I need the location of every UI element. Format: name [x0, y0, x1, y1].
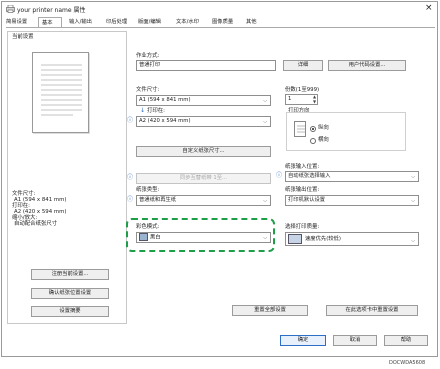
info-icon: ⓘ	[127, 196, 134, 203]
print-quality-select[interactable]: 速度优先(较低) ⌵	[285, 232, 419, 246]
reset-tab-button[interactable]: 在此选项卡中重置设置	[326, 305, 418, 316]
chevron-down-icon: ⌵	[263, 98, 267, 104]
print-quality-label: 选择打印质量:	[285, 224, 320, 230]
help-button[interactable]: 帮助	[384, 335, 428, 346]
chevron-down-icon: ⌵	[411, 198, 415, 204]
tab-finishing[interactable]: 印后处理	[106, 17, 138, 27]
same-size-button: 同步互替纸带 1至...	[136, 173, 271, 184]
window-title: your printer name 属性	[17, 7, 86, 14]
tab-basic[interactable]: 基本	[38, 17, 62, 27]
user-code-settings-button[interactable]: 用户代码设置...	[328, 60, 406, 71]
print-on-value: A2 (420 x 594 mm)	[139, 118, 191, 124]
input-tray-select[interactable]: 自动纸张选择输入 ⌵	[285, 171, 419, 182]
chevron-down-icon: ⌵	[263, 235, 267, 241]
doc-size-label: 文件尺寸:	[136, 87, 160, 93]
chevron-down-icon: ⌵	[263, 198, 267, 204]
input-tray-value: 自动纸张选择输入	[288, 173, 331, 179]
output-tray-select[interactable]: 打印机默认设置 ⌵	[285, 195, 419, 206]
copies-label: 份数(1至999)	[285, 87, 320, 93]
page-preview	[32, 52, 89, 133]
paper-type-select[interactable]: 普通纸和再生纸 ⌵	[136, 195, 271, 206]
confirm-tray-settings-button[interactable]: 确认纸张位置设置	[31, 288, 109, 299]
paper-type-label: 纸张类型:	[136, 187, 160, 193]
color-mode-value: 黑白	[150, 234, 161, 241]
landscape-label: 横向	[318, 137, 329, 143]
job-type-input[interactable]: 普通打印	[136, 60, 276, 71]
output-tray-label: 纸张输出位置:	[285, 187, 320, 193]
tab-other[interactable]: 其他	[246, 17, 266, 27]
grayscale-icon	[139, 233, 148, 241]
info-icon: ⓘ	[127, 174, 134, 181]
paper-type-value: 普通纸和再生纸	[139, 197, 177, 203]
info-icon: ⓘ	[127, 117, 134, 124]
cancel-button[interactable]: 取消	[333, 335, 377, 346]
portrait-label: 纵向	[318, 125, 329, 131]
tab-easy-setup[interactable]: 简易设置	[6, 17, 39, 27]
reset-all-button[interactable]: 重置全部设置	[232, 305, 308, 316]
chevron-down-icon: ⌵	[411, 174, 415, 180]
copies-spinner-icon[interactable]: ▲ ▼	[312, 94, 317, 104]
doc-size-value: A1 (594 x 841 mm)	[139, 97, 191, 103]
color-mode-label: 彩色模式:	[136, 224, 160, 230]
current-settings-label: 当前设置	[12, 34, 34, 40]
tab-layout-edit[interactable]: 版面/编辑	[138, 17, 176, 27]
tab-text-watermark[interactable]: 文本/水印	[176, 17, 212, 27]
tab-strip-divider	[6, 27, 435, 28]
print-on-label: 打印在:	[147, 108, 165, 114]
close-icon[interactable]: ×	[425, 3, 433, 13]
figure-code: DOCWDA5608	[389, 360, 426, 366]
tab-input-output[interactable]: 输入/输出	[69, 17, 109, 27]
chevron-down-icon: ⌵	[411, 238, 415, 244]
preview-lines-icon	[41, 64, 82, 116]
summary-scale-value: 自动配合纸张尺寸	[14, 221, 58, 227]
job-details-button[interactable]: 详细	[283, 60, 323, 71]
print-on-select[interactable]: A2 (420 x 594 mm) ⌵	[136, 116, 271, 127]
portrait-page-icon	[294, 121, 306, 137]
doc-size-select[interactable]: A1 (594 x 841 mm) ⌵	[136, 95, 271, 106]
speed-priority-icon	[288, 233, 302, 244]
ok-button[interactable]: 确定	[280, 335, 326, 346]
landscape-radio[interactable]	[310, 138, 316, 144]
settings-summary-button[interactable]: 设置摘要	[31, 306, 109, 317]
printer-icon	[6, 4, 15, 13]
info-icon: ⓘ	[276, 172, 283, 179]
custom-paper-size-button[interactable]: 自定义纸张尺寸...	[136, 146, 271, 157]
tab-image-quality[interactable]: 图像质量	[212, 17, 245, 27]
input-tray-label: 纸张输入位置:	[285, 164, 320, 170]
chevron-down-icon: ⌵	[263, 119, 267, 125]
job-type-label: 作业方式:	[136, 53, 160, 59]
color-mode-select[interactable]: 黑白 ⌵	[136, 232, 271, 243]
portrait-radio[interactable]	[310, 126, 316, 132]
arrow-down-icon: ↓	[140, 107, 146, 114]
output-tray-value: 打印机默认设置	[288, 197, 326, 203]
print-quality-value: 速度优先(较低)	[305, 236, 341, 242]
register-settings-button[interactable]: 注册当前设置...	[31, 269, 109, 280]
